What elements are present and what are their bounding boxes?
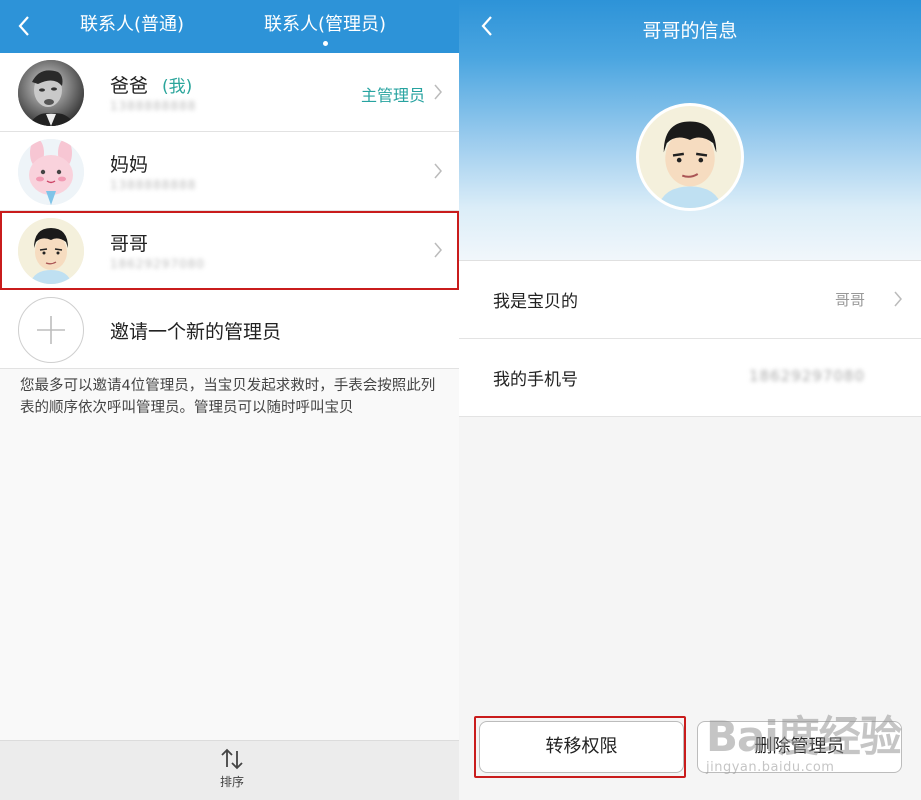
info-list: 我是宝贝的 哥哥 我的手机号 18629297080 — [459, 260, 921, 417]
chevron-left-icon — [18, 16, 29, 36]
admin-list: 爸爸 (我) 1388888888 主管理员 妈妈 1388888888 哥哥 … — [0, 53, 459, 369]
chevron-right-icon — [434, 242, 442, 258]
avatar — [18, 60, 84, 126]
sort-button[interactable]: 排序 — [211, 747, 253, 790]
avatar — [18, 139, 84, 205]
invite-admin-row[interactable]: 邀请一个新的管理员 — [0, 290, 459, 369]
me-tag: (我) — [162, 77, 193, 97]
contact-phone: 18629297080 — [110, 257, 205, 271]
contacts-panel: 联系人(普通) 联系人(管理员) 爸爸 (我) 1388888888 主管理员 … — [0, 0, 459, 800]
invite-label: 邀请一个新的管理员 — [110, 321, 282, 343]
active-tab-indicator — [323, 41, 329, 46]
profile-avatar — [636, 103, 744, 211]
phone-value: 18629297080 — [749, 367, 865, 385]
cartoon-boy-icon — [18, 218, 84, 284]
phone-row: 我的手机号 18629297080 — [459, 339, 921, 417]
bw-portrait-icon — [18, 60, 84, 126]
contact-name: 爸爸 — [110, 75, 149, 97]
contact-phone: 1388888888 — [110, 178, 197, 192]
page-title: 哥哥的信息 — [642, 20, 738, 42]
chevron-right-icon — [894, 291, 902, 307]
relation-value: 哥哥 — [834, 291, 865, 309]
pink-bunny-icon — [18, 139, 84, 205]
contact-name: 妈妈 — [110, 154, 149, 176]
contact-row-dad[interactable]: 爸爸 (我) 1388888888 主管理员 — [0, 53, 459, 132]
phone-label: 我的手机号 — [493, 370, 578, 390]
relation-row[interactable]: 我是宝贝的 哥哥 — [459, 261, 921, 339]
profile-header: 哥哥的信息 — [459, 0, 921, 260]
sort-arrows-icon — [221, 748, 243, 770]
contact-row-brother[interactable]: 哥哥 18629297080 — [0, 211, 459, 290]
tab-normal-contacts[interactable]: 联系人(普通) — [80, 10, 184, 36]
contact-phone: 1388888888 — [110, 99, 197, 113]
sort-label: 排序 — [219, 775, 244, 789]
bottom-toolbar: 排序 — [0, 740, 459, 800]
role-badge: 主管理员 — [360, 86, 425, 105]
contact-row-mom[interactable]: 妈妈 1388888888 — [0, 132, 459, 211]
relation-label: 我是宝贝的 — [493, 292, 578, 312]
tab-admin-contacts[interactable]: 联系人(管理员) — [264, 10, 386, 46]
chevron-right-icon — [434, 84, 442, 100]
avatar — [18, 218, 84, 284]
plus-icon — [37, 316, 65, 344]
back-button[interactable] — [14, 14, 34, 38]
admin-detail-panel: 哥哥的信息 我是宝贝的 哥哥 我的手机号 18629297080 转移权限 删除… — [459, 0, 921, 800]
watermark-main: Bai度经验 — [706, 712, 902, 761]
admin-note: 您最多可以邀请4位管理员，当宝贝发起求救时，手表会按照此列表的顺序依次呼叫管理员… — [20, 378, 436, 416]
cartoon-boy-icon — [639, 106, 741, 208]
chevron-right-icon — [434, 163, 442, 179]
add-circle — [18, 297, 84, 363]
top-bar: 联系人(普通) 联系人(管理员) — [0, 0, 459, 53]
baidu-watermark: Bai度经验 jingyan.baidu.com — [706, 703, 902, 775]
transfer-permission-button[interactable]: 转移权限 — [479, 721, 684, 773]
contact-name: 哥哥 — [110, 233, 149, 255]
